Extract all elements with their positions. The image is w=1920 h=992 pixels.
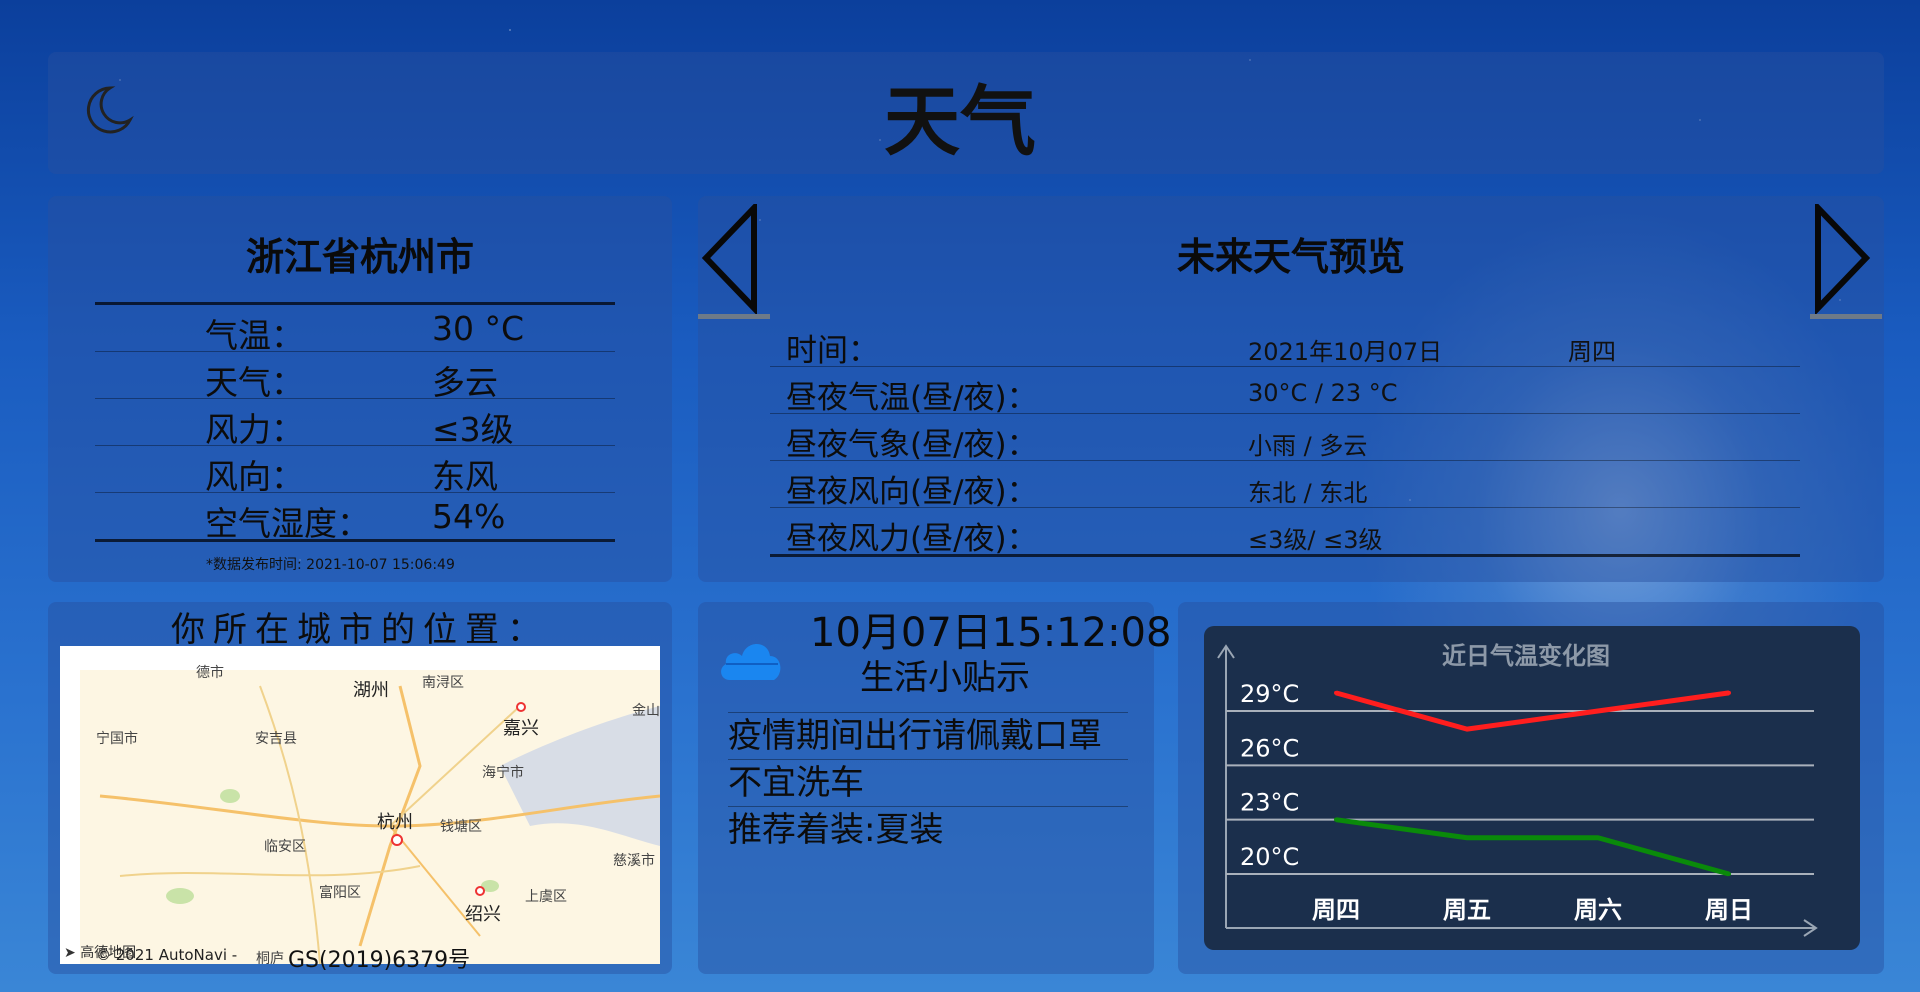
map-label: 富阳区 — [319, 885, 361, 901]
data-point — [1596, 835, 1600, 840]
cloud-icon — [721, 644, 781, 680]
map-label: 德市 — [196, 665, 224, 681]
map-label: 安吉县 — [255, 731, 297, 747]
weekday: 周四 — [1568, 338, 1616, 366]
row-label: 时间： — [786, 333, 879, 369]
data-point — [1334, 690, 1338, 695]
data-point — [1727, 872, 1731, 876]
x-tick-label: 周四 — [1312, 896, 1360, 924]
publish-time: *数据发布时间: 2021-10-07 15:06:49 — [206, 557, 455, 573]
x-tick-label: 周日 — [1705, 896, 1753, 924]
map-title: 你所在城市的位置： — [171, 610, 549, 650]
map-label: 上虞区 — [525, 889, 567, 905]
row-value: 东风 — [432, 457, 498, 496]
city-map[interactable]: 德市 湖州 南浔区 嘉兴 金山 宁国市 安吉县 海宁市 杭州 钱塘区 临安区 慈… — [60, 646, 660, 964]
data-point — [1727, 690, 1731, 695]
x-tick-label: 周五 — [1443, 896, 1491, 924]
forecast-row: 昼夜风力(昼/夜)： ≤3级/ ≤3级 — [770, 508, 1800, 557]
row-label: 风向： — [205, 457, 304, 496]
row-label: 昼夜气象(昼/夜)： — [786, 427, 1038, 463]
row-label: 空气湿度： — [205, 504, 370, 543]
row-value: 30°C / 23 °C — [1248, 379, 1398, 407]
tips-title: 生活小贴示 — [860, 658, 1030, 698]
map-label: 慈溪市 — [613, 853, 655, 869]
map-label: 嘉兴 — [503, 718, 539, 739]
forecast-row: 时间： 2021年10月07日 周四 — [770, 320, 1800, 369]
row-label: 天气： — [205, 363, 304, 402]
location-title: 浙江省杭州市 — [245, 235, 474, 279]
row-value: 多云 — [432, 363, 498, 402]
chart-title: 近日气温变化图 — [1442, 642, 1610, 670]
map-label: 宁国市 — [96, 731, 138, 747]
next-underline — [1810, 314, 1882, 319]
map-label: 湖州 — [353, 680, 389, 701]
row-value: 30 °C — [432, 309, 525, 348]
row-value: 东北 / 东北 — [1248, 479, 1368, 507]
forecast-row: 昼夜气象(昼/夜)： 小雨 / 多云 — [770, 414, 1800, 463]
map-label: 临安区 — [264, 839, 306, 855]
tips-list: 疫情期间出行请佩戴口罩 不宜洗车 推荐着装:夏装 — [728, 712, 1128, 853]
row-label: 昼夜风力(昼/夜)： — [786, 521, 1038, 557]
row-label: 昼夜气温(昼/夜)： — [786, 380, 1038, 416]
weather-row: 风向： 东风 — [95, 446, 615, 496]
row-value: ≤3级/ ≤3级 — [1248, 526, 1383, 554]
map-label: 钱塘区 — [440, 819, 482, 835]
x-tick-label: 周六 — [1574, 896, 1622, 924]
prev-underline — [698, 314, 770, 319]
y-tick-label: 23°C — [1240, 789, 1299, 817]
map-label: 南浔区 — [422, 675, 464, 691]
row-value: 小雨 / 多云 — [1248, 432, 1368, 460]
weather-row: 气温： 30 °C — [95, 302, 615, 355]
y-tick-label: 29°C — [1240, 680, 1299, 708]
weather-row: 空气湿度： 54% — [95, 493, 615, 543]
triangle-right-icon[interactable] — [1810, 204, 1872, 322]
y-tick-label: 26°C — [1240, 734, 1299, 762]
map-label: 桐庐 — [256, 951, 284, 964]
data-point — [1334, 817, 1338, 822]
forecast-title: 未来天气预览 — [1176, 235, 1405, 279]
row-label: 气温： — [205, 316, 304, 355]
forecast-row: 昼夜风向(昼/夜)： 东北 / 东北 — [770, 461, 1800, 510]
row-value: 2021年10月07日 — [1248, 338, 1443, 366]
temperature-chart-box: 近日气温变化图 29°C 26°C 23°C 20°C 周四 周五 周六 周日 — [1204, 626, 1860, 950]
row-label: 风力： — [205, 410, 304, 449]
map-license: GS(2019)6379号 — [288, 948, 471, 973]
row-label: 昼夜风向(昼/夜)： — [786, 474, 1038, 510]
row-value: 54% — [432, 497, 506, 536]
tip-item: 不宜洗车 — [728, 760, 1128, 807]
row-value: ≤3级 — [432, 410, 514, 449]
temperature-chart: 近日气温变化图 29°C 26°C 23°C 20°C 周四 周五 周六 周日 — [1217, 642, 1818, 937]
tip-item: 推荐着装:夏装 — [728, 810, 944, 850]
weather-row: 天气： 多云 — [95, 352, 615, 402]
triangle-left-icon[interactable] — [698, 204, 760, 322]
map-label: 绍兴 — [465, 904, 501, 925]
tip-item: 疫情期间出行请佩戴口罩 — [728, 712, 1128, 760]
data-point — [1596, 709, 1600, 713]
weather-row: 风力： ≤3级 — [95, 399, 615, 449]
forecast-row: 昼夜气温(昼/夜)： 30°C / 23 °C — [770, 367, 1800, 416]
map-copyright: © 2021 AutoNavi - — [96, 946, 238, 964]
series-line — [1335, 817, 1730, 877]
forecast-table: 时间： 2021年10月07日 周四 昼夜气温(昼/夜)： 30°C / 23 … — [770, 320, 1800, 557]
map-label: 杭州 — [377, 812, 413, 833]
current-weather-table: 气温： 30 °C 天气： 多云 风力： ≤3级 风向： 东风 空气湿度： 54… — [95, 302, 615, 543]
data-point — [1465, 835, 1469, 840]
map-label: 金山 — [632, 703, 660, 719]
map-label: 海宁市 — [482, 765, 524, 781]
data-point — [1465, 727, 1469, 732]
page-title: 天气 — [884, 77, 1036, 166]
y-tick-label: 20°C — [1240, 843, 1299, 871]
